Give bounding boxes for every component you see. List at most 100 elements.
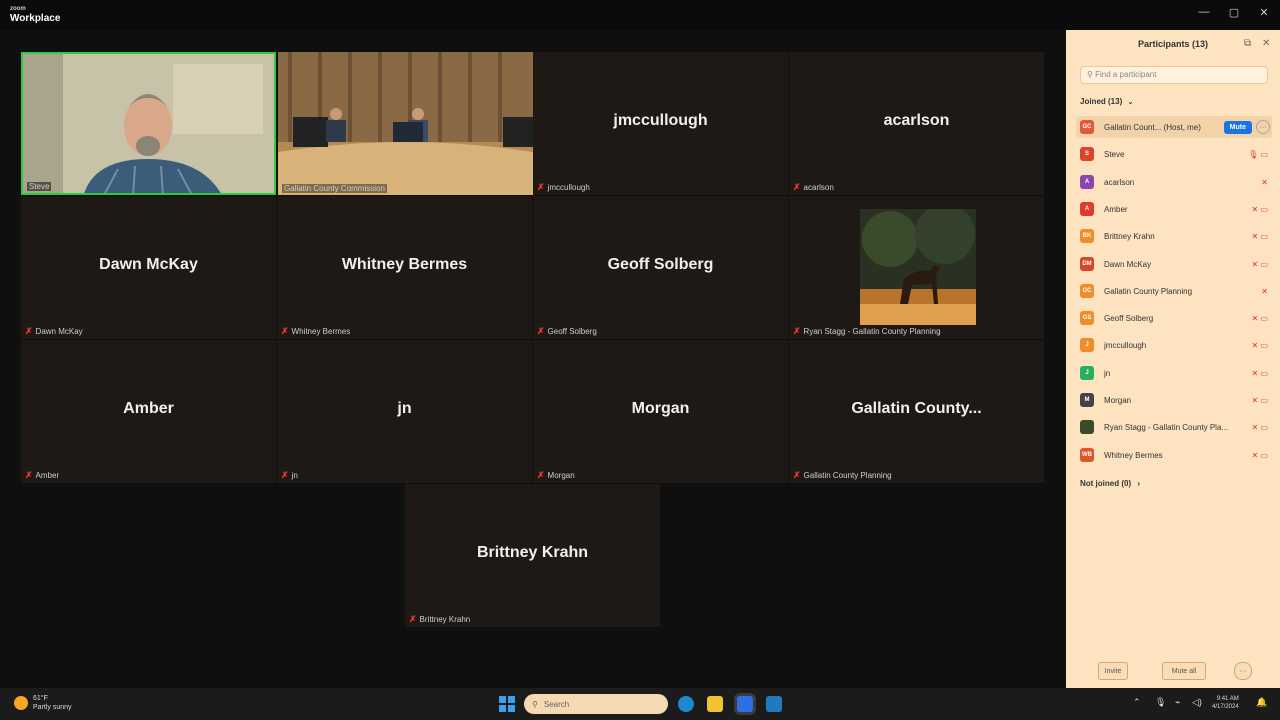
muted-mic-icon: ✗	[537, 470, 545, 480]
video-tile-whitney-bermes[interactable]: Whitney Bermes ✗ Whitney Bermes	[277, 196, 532, 339]
zoom-app-icon[interactable]	[737, 696, 753, 712]
video-tile-gallatin-planning[interactable]: Gallatin County... ✗ Gallatin County Plan…	[789, 340, 1044, 483]
tile-label-text: Morgan	[547, 471, 575, 480]
close-button[interactable]: ✕	[1254, 6, 1274, 19]
system-clock[interactable]: 9:41 AM 4/17/2024	[1212, 695, 1239, 711]
more-options-icon[interactable]: ···	[1256, 120, 1270, 134]
close-panel-icon[interactable]: ✕	[1262, 38, 1270, 49]
avatar: A	[1080, 202, 1094, 216]
tile-label-text: Ryan Stagg - Gallatin County Planning	[803, 327, 941, 336]
participant-row[interactable]: Ryan Stagg - Gallatin County Pla... ✕ ▭	[1076, 416, 1272, 438]
tile-label: ✗ Amber	[25, 470, 59, 481]
muted-mic-video-off-icon: ✕ ▭	[1251, 340, 1268, 350]
participant-name: Brittney Krahn	[476, 544, 589, 561]
participant-row[interactable]: GS Geoff Solberg ✕ ▭	[1076, 307, 1272, 329]
participant-row[interactable]: BK Brittney Krahn ✕ ▭	[1076, 225, 1272, 247]
avatar: GC	[1080, 284, 1094, 298]
participant-name: Geoff Solberg	[607, 256, 714, 273]
participant-name: Amber	[123, 400, 174, 417]
mute-all-button[interactable]: Mute all	[1162, 662, 1206, 680]
tile-label-text: Whitney Bermes	[291, 327, 351, 336]
video-tile-ryan-stagg[interactable]: ✗ Ryan Stagg - Gallatin County Planning	[789, 196, 1044, 339]
taskbar-search-placeholder: Search	[543, 699, 570, 709]
participant-name: Whitney Bermes	[1104, 450, 1163, 460]
steve-video-icon	[23, 54, 274, 193]
participant-row[interactable]: WB Whitney Bermes ✕ ▭	[1076, 444, 1272, 466]
participant-row[interactable]: DM Dawn McKay ✕ ▭	[1076, 253, 1272, 275]
muted-mic-icon: ✗	[793, 326, 801, 336]
wifi-icon[interactable]: ⌁	[1175, 697, 1180, 708]
file-explorer-icon[interactable]	[707, 696, 723, 712]
tile-label-text: acarlson	[803, 183, 834, 192]
participant-row[interactable]: GC Gallatin County Planning ✕	[1076, 280, 1272, 302]
video-tile-jmccullough[interactable]: jmccullough ✗ jmccullough	[533, 52, 788, 195]
participant-name: Gallatin County Planning	[1104, 286, 1193, 296]
tile-label: ✗ jn	[281, 470, 298, 481]
tile-label-text: Steve	[29, 182, 50, 191]
avatar: GS	[1080, 311, 1094, 325]
participant-row[interactable]: GC Gallatin Count... (Host, me) Mute ···	[1076, 116, 1272, 138]
joined-section-header[interactable]: Joined (13) ⌄	[1080, 97, 1133, 106]
popout-icon[interactable]: ⧉	[1244, 38, 1251, 49]
participant-row[interactable]: Jjmccullough ✕ ▭	[1076, 334, 1272, 356]
video-tile-jn[interactable]: jn ✗ jn	[277, 340, 532, 483]
video-tile-acarlson[interactable]: acarlson ✗ acarlson	[789, 52, 1044, 195]
avatar: WB	[1080, 448, 1094, 462]
participant-name: Geoff Solberg	[1104, 313, 1154, 323]
participant-name: jn	[397, 400, 412, 417]
participant-name: Ryan Stagg - Gallatin County Pla...	[1104, 422, 1229, 432]
not-joined-section-header[interactable]: Not joined (0) ›	[1080, 479, 1140, 488]
muted-mic-icon: ✗	[281, 326, 289, 336]
participant-name: Morgan	[631, 400, 690, 417]
video-tile-amber[interactable]: Amber ✗ Amber	[21, 340, 276, 483]
chevron-down-icon: ⌄	[1127, 99, 1134, 106]
muted-mic-video-off-icon: ✕ ▭	[1251, 450, 1268, 460]
video-tile-geoff-solberg[interactable]: Geoff Solberg ✗ Geoff Solberg	[533, 196, 788, 339]
participant-search-input[interactable]: ⚲ Find a participant	[1080, 66, 1268, 84]
tile-label: ✗ Dawn McKay	[25, 326, 83, 337]
more-options-button[interactable]: ···	[1234, 662, 1252, 680]
participant-row[interactable]: Aacarlson ✕	[1076, 171, 1272, 193]
minimize-button[interactable]: —	[1194, 6, 1214, 18]
tile-label: Steve	[27, 182, 52, 191]
weather-widget[interactable]: 61°F Partly sunny	[14, 694, 72, 712]
microphone-icon[interactable]: 🎙	[1155, 697, 1166, 708]
avatar: J	[1080, 366, 1094, 380]
maximize-button[interactable]: ▢	[1224, 6, 1244, 19]
chevron-up-icon[interactable]: ⌃	[1133, 697, 1141, 708]
participant-row[interactable]: S Steve 🎙 ▭	[1076, 143, 1272, 165]
video-tile-morgan[interactable]: Morgan ✗ Morgan	[533, 340, 788, 483]
outlook-icon[interactable]	[766, 696, 782, 712]
participant-row[interactable]: A Amber ✕ ▭	[1076, 198, 1272, 220]
muted-mic-video-off-icon: ✕ ▭	[1251, 313, 1268, 323]
participant-name: Amber	[1104, 204, 1128, 214]
muted-mic-video-off-icon: ✕	[1261, 286, 1268, 296]
participants-panel: Participants (13) ⧉ ✕ ⚲ Find a participa…	[1066, 30, 1280, 688]
windows-start-icon[interactable]	[499, 696, 515, 712]
video-tile-commission[interactable]: Gallatin County Commission	[278, 52, 533, 195]
tile-label-text: Brittney Krahn	[419, 615, 471, 624]
video-tile-brittney-krahn[interactable]: Brittney Krahn ✗ Brittney Krahn	[405, 484, 660, 627]
invite-button[interactable]: Invite	[1098, 662, 1128, 680]
tile-label: ✗ acarlson	[793, 182, 834, 193]
tile-label: Gallatin County Commission	[282, 184, 387, 193]
muted-mic-video-off-icon: ✕ ▭	[1251, 231, 1268, 241]
search-icon: ⚲	[1087, 70, 1093, 79]
avatar: DM	[1080, 257, 1094, 271]
mute-button[interactable]: Mute	[1223, 120, 1252, 134]
taskbar-search-input[interactable]: ⚲ Search	[524, 694, 668, 714]
video-gallery: Steve Gallatin County Commission jmccull…	[0, 30, 1066, 688]
weather-text: 61°F Partly sunny	[33, 694, 72, 712]
participant-name: jn	[1104, 368, 1111, 378]
muted-mic-icon: ✗	[25, 470, 33, 480]
volume-icon[interactable]: ◁)	[1192, 697, 1202, 708]
participant-row[interactable]: M Morgan ✕ ▭	[1076, 389, 1272, 411]
video-tile-steve[interactable]: Steve	[21, 52, 276, 195]
edge-browser-icon[interactable]	[678, 696, 694, 712]
search-placeholder: Find a participant	[1095, 70, 1157, 79]
video-tile-dawn-mckay[interactable]: Dawn McKay ✗ Dawn McKay	[21, 196, 276, 339]
windows-taskbar: 61°F Partly sunny ⚲ Search ⌃ 🎙 ⌁ ◁) 9:41…	[0, 688, 1280, 720]
sun-icon	[14, 696, 28, 710]
participant-row[interactable]: Jjn ✕ ▭	[1076, 362, 1272, 384]
notification-bell-icon[interactable]: 🔔	[1256, 697, 1267, 708]
